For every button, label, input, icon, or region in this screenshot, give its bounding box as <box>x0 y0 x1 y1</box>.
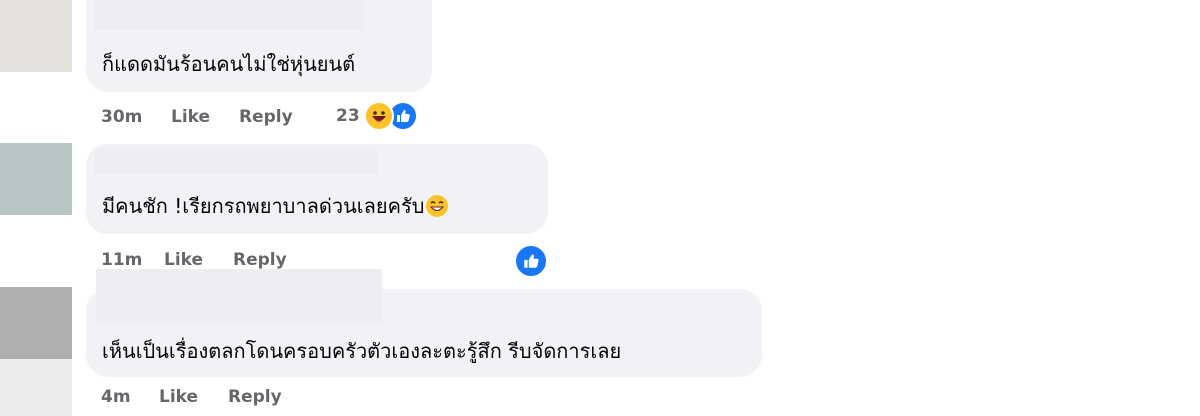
comment-text: มีคนชัก !เรียกรถพยาบาลด่วนเลยครับ <box>102 194 449 218</box>
like-icon <box>514 244 548 278</box>
like-link[interactable]: Like <box>171 106 210 128</box>
author-name-redacted <box>94 148 378 174</box>
comment-time[interactable]: 4m <box>101 386 131 408</box>
reactions-summary[interactable]: 23 <box>336 101 418 131</box>
reactions-summary[interactable] <box>514 244 548 278</box>
like-link[interactable]: Like <box>164 249 203 271</box>
grinning-emoji <box>426 195 449 217</box>
author-name-redacted <box>94 0 364 30</box>
like-link[interactable]: Like <box>159 386 198 408</box>
avatar[interactable] <box>0 143 72 215</box>
comment-text: ก็แดดมันร้อนคนไม่ใช่หุ่นยนต์ <box>102 52 356 76</box>
comment-bubble[interactable]: ก็แดดมันร้อนคนไม่ใช่หุ่นยนต์ <box>86 0 432 92</box>
comment-time[interactable]: 11m <box>101 249 142 271</box>
reaction-count: 23 <box>336 106 360 126</box>
haha-emoji <box>363 101 394 131</box>
reply-link[interactable]: Reply <box>239 106 293 128</box>
comment-bubble[interactable]: เห็นเป็นเรื่องตลกโดนครอบครัวตัวเองละตะรู… <box>86 269 762 377</box>
comment-text: เห็นเป็นเรื่องตลกโดนครอบครัวตัวเองละตะรู… <box>102 339 622 363</box>
avatar[interactable] <box>0 0 72 72</box>
reply-link[interactable]: Reply <box>233 249 287 271</box>
avatar-faded <box>0 359 72 416</box>
comment-bubble[interactable]: มีคนชัก !เรียกรถพยาบาลด่วนเลยครับ <box>86 144 548 234</box>
comment-time[interactable]: 30m <box>101 106 142 128</box>
author-name-redacted <box>96 269 382 323</box>
comment-text-content: มีคนชัก !เรียกรถพยาบาลด่วนเลยครับ <box>102 194 425 218</box>
avatar[interactable] <box>0 287 72 359</box>
reply-link[interactable]: Reply <box>228 386 282 408</box>
